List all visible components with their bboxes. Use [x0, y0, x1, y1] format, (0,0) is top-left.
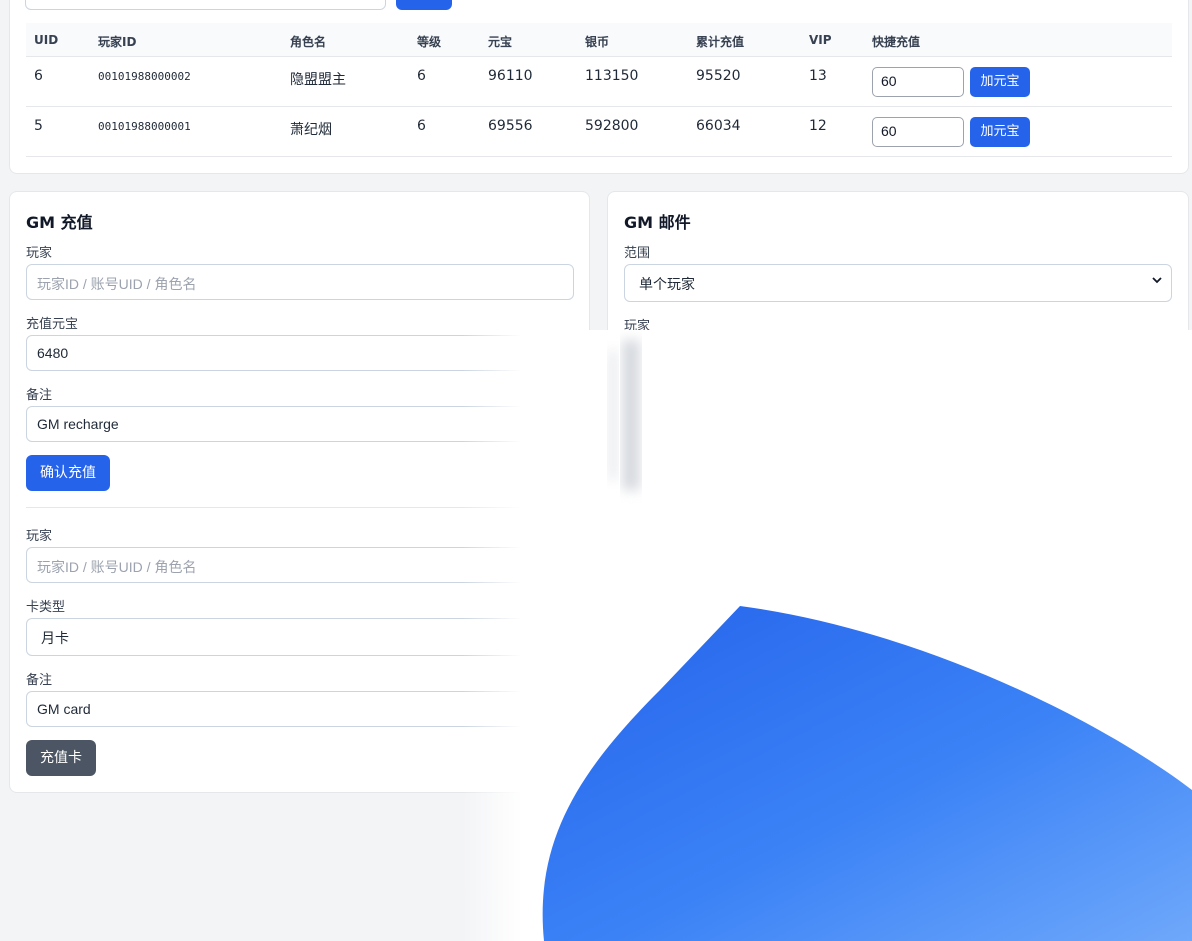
table-row: 6 00101988000002 隐盟盟主 6 96110 113150 955… [26, 57, 1172, 107]
header-quick-recharge: 快捷充值 [872, 35, 921, 49]
cell-vip: 12 [809, 118, 827, 134]
cell-uid: 6 [34, 68, 43, 84]
amount-label: 充值元宝 [26, 317, 79, 332]
cell-player-id: 00101988000001 [98, 120, 191, 133]
table-header: UID 玩家ID 角色名 等级 元宝 银币 累计充值 VIP 快捷充值 [26, 23, 1172, 57]
add-yuanbao-button[interactable]: 加元宝 [970, 117, 1030, 147]
card-player-label: 玩家 [26, 529, 53, 544]
blur-smear [608, 340, 640, 490]
scope-select-value: 单个玩家 [639, 276, 695, 292]
blue-shape-decoration [542, 606, 1192, 941]
header-total-recharge: 累计充值 [696, 35, 745, 49]
header-player-id: 玩家ID [98, 35, 137, 49]
header-silver: 银币 [585, 35, 610, 49]
add-yuanbao-button[interactable]: 加元宝 [970, 67, 1030, 97]
card-type-label: 卡类型 [26, 600, 66, 615]
search-button[interactable] [396, 0, 452, 10]
cell-role-name: 萧纪烟 [290, 122, 332, 138]
card-note-label: 备注 [26, 673, 53, 688]
player-label: 玩家 [26, 246, 53, 261]
scope-label: 范围 [624, 246, 651, 261]
note-label: 备注 [26, 388, 53, 403]
header-uid: UID [34, 33, 59, 47]
player-input[interactable]: 玩家ID / 账号UID / 角色名 [26, 264, 574, 300]
cell-yuanbao: 69556 [488, 118, 533, 134]
cell-total-recharge: 66034 [696, 118, 741, 134]
quick-recharge-input[interactable]: 60 [872, 67, 964, 97]
quick-recharge-input[interactable]: 60 [872, 117, 964, 147]
cell-yuanbao: 96110 [488, 68, 533, 84]
cell-vip: 13 [809, 68, 827, 84]
header-role-name: 角色名 [290, 35, 327, 49]
gm-mail-title: GM 邮件 [624, 213, 691, 232]
header-level: 等级 [417, 35, 442, 49]
confirm-recharge-button[interactable]: 确认充值 [26, 455, 110, 491]
table-row: 5 00101988000001 萧纪烟 6 69556 592800 6603… [26, 107, 1172, 157]
cell-total-recharge: 95520 [696, 68, 741, 84]
recharge-card-button[interactable]: 充值卡 [26, 740, 96, 776]
gm-recharge-title: GM 充值 [26, 213, 93, 232]
cell-level: 6 [417, 68, 426, 84]
cell-uid: 5 [34, 118, 43, 134]
cell-player-id: 00101988000002 [98, 70, 191, 83]
header-vip: VIP [809, 33, 832, 47]
header-yuanbao: 元宝 [488, 35, 513, 49]
cell-level: 6 [417, 118, 426, 134]
search-input[interactable] [25, 0, 386, 10]
cell-silver: 113150 [585, 68, 639, 84]
scope-select[interactable]: 单个玩家 [624, 264, 1172, 302]
chevron-down-icon [1151, 274, 1163, 289]
cell-silver: 592800 [585, 118, 639, 134]
cell-role-name: 隐盟盟主 [290, 72, 346, 88]
